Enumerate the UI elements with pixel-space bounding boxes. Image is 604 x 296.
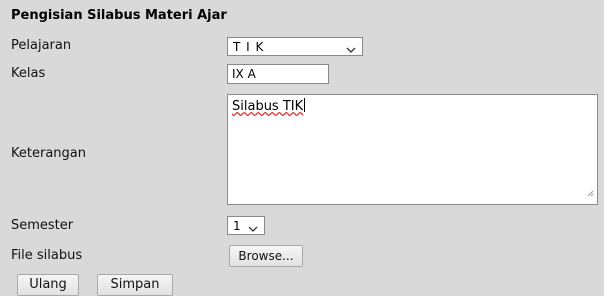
keterangan-text: Silabus TIK — [232, 99, 304, 114]
pelajaran-select[interactable]: T I K — [227, 37, 363, 56]
keterangan-textarea[interactable]: Silabus TIK — [227, 94, 598, 205]
chevron-down-icon — [248, 222, 258, 236]
semester-select[interactable]: 1 — [227, 216, 265, 235]
browse-button[interactable]: Browse... — [229, 245, 303, 267]
save-button-label: Simpan — [110, 277, 160, 292]
kelas-input[interactable]: IX A — [227, 64, 329, 84]
label-pelajaran: Pelajaran — [11, 38, 72, 53]
semester-value: 1 — [233, 219, 242, 233]
pelajaran-value: T I K — [233, 40, 265, 54]
label-semester: Semester — [11, 218, 74, 233]
chevron-down-icon — [346, 43, 356, 57]
text-caret — [304, 98, 306, 112]
reset-button-label: Ulang — [29, 277, 67, 292]
resize-grip-icon[interactable] — [586, 186, 594, 201]
label-keterangan: Keterangan — [11, 146, 86, 161]
browse-button-label: Browse... — [238, 249, 294, 263]
label-file-silabus: File silabus — [11, 248, 83, 263]
label-kelas: Kelas — [11, 66, 46, 81]
reset-button[interactable]: Ulang — [17, 274, 79, 296]
save-button[interactable]: Simpan — [97, 274, 173, 296]
page-title: Pengisian Silabus Materi Ajar — [11, 8, 227, 23]
